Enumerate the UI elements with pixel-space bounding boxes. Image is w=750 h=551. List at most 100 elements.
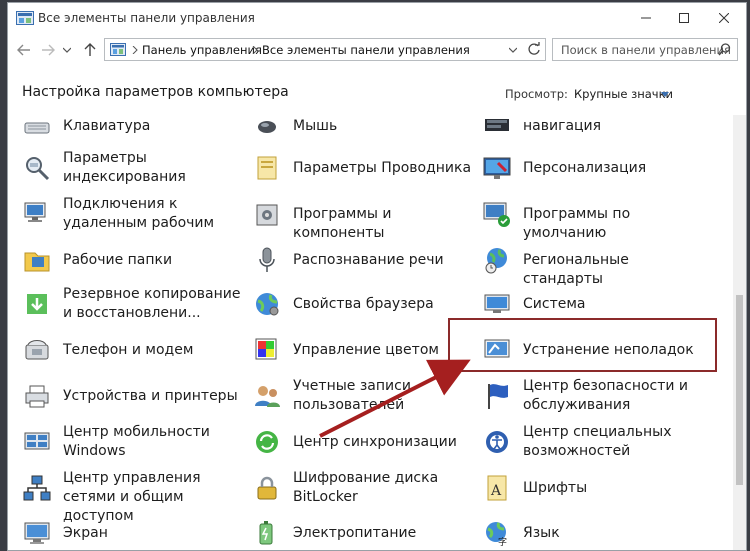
address-dropdown-icon[interactable]: [509, 47, 517, 53]
control-panel-item[interactable]: Учетные записи пользователей: [252, 377, 477, 417]
control-panel-item[interactable]: Экран: [22, 514, 247, 550]
control-panel-item-label: Телефон и модем: [63, 342, 194, 358]
troubleshooting-highlight-box: [448, 318, 717, 372]
microphone-icon: [259, 247, 275, 272]
network-center-icon: [23, 475, 51, 501]
control-panel-item-label: Центр мобильности Windows: [63, 424, 210, 459]
control-panel-item-label: Язык: [523, 525, 560, 541]
close-icon: [719, 13, 729, 23]
address-row: Панель управления Все элементы панели уп…: [8, 36, 746, 64]
control-panel-item[interactable]: Параметры Проводника: [252, 149, 477, 189]
backup-icon: [27, 294, 47, 314]
control-panel-item-label: Система: [523, 296, 586, 312]
control-panel-item-label: Резервное копирование и восстановлени...: [63, 286, 241, 321]
system-icon: [484, 294, 510, 313]
control-panel-item[interactable]: Центр управления сетями и общим доступом: [22, 469, 247, 524]
devices-printers-icon: [25, 385, 49, 408]
refresh-icon[interactable]: [527, 42, 541, 56]
control-panel-item[interactable]: Телефон и модем: [22, 331, 247, 371]
control-panel-item-label: Подключения к удаленным рабочим: [63, 196, 215, 231]
control-panel-item-label: Распознавание речи: [293, 252, 444, 268]
display-icon: [24, 522, 50, 544]
power-icon: [259, 521, 273, 545]
control-panel-item[interactable]: Распознавание речи: [252, 241, 477, 281]
control-panel-item-label: Электропитание: [293, 525, 417, 541]
control-panel-item-label: Рабочие папки: [63, 252, 173, 268]
explorer-options-icon: [257, 156, 277, 180]
page-title: Настройка параметров компьютера: [22, 84, 289, 100]
mouse-icon: [258, 121, 276, 133]
control-panel-item-label: Мышь: [293, 119, 338, 134]
bitlocker-icon: [257, 476, 277, 500]
control-panel-item[interactable]: Программы и компоненты: [252, 195, 477, 241]
title-bar: Все элементы панели управления: [8, 3, 746, 33]
view-mode-dropdown[interactable]: Крупные значки: [574, 87, 673, 101]
control-panel-item-label: Экран: [63, 525, 108, 541]
control-panel-item[interactable]: A Шрифты: [482, 469, 707, 509]
control-panel-item[interactable]: Программы по умолчанию: [482, 195, 707, 241]
breadcrumb-separator-icon: [132, 46, 138, 54]
control-panel-item[interactable]: Региональные стандарты: [482, 241, 707, 287]
control-panel-item[interactable]: Устройства и принтеры: [22, 377, 247, 417]
back-button[interactable]: [14, 40, 34, 60]
control-panel-item[interactable]: Управление цветом: [252, 331, 477, 371]
control-panel-item-label: Параметры Проводника: [293, 160, 472, 176]
search-placeholder: Поиск в панели управления: [561, 43, 731, 57]
vertical-scrollbar[interactable]: [733, 115, 746, 550]
control-panel-item[interactable]: Шифрование диска BitLocker: [252, 469, 477, 509]
accessibility-icon: [486, 431, 508, 453]
control-panel-window: Все элементы панели управления Панель уп…: [7, 2, 747, 551]
navigation-icon: [485, 119, 509, 131]
address-bar[interactable]: Панель управления Все элементы панели уп…: [104, 38, 546, 61]
control-panel-item-label: Центр синхронизации: [293, 434, 457, 450]
breadcrumb-all-items[interactable]: Все элементы панели управления: [262, 43, 470, 57]
control-panel-item-label: Центр специальных возможностей: [523, 424, 672, 459]
control-panel-item-label: Шифрование диска BitLocker: [293, 470, 439, 505]
view-dropdown-arrow-icon[interactable]: [661, 92, 669, 97]
up-button[interactable]: [80, 40, 100, 60]
control-panel-item[interactable]: 字 Язык: [482, 514, 707, 550]
svg-text:A: A: [490, 483, 502, 499]
programs-icon: [256, 204, 278, 226]
control-panel-app-icon: [16, 11, 34, 25]
control-panel-item[interactable]: навигация: [482, 119, 707, 147]
back-arrow-icon: [17, 44, 30, 56]
control-panel-item[interactable]: Параметры индексирования: [22, 149, 247, 189]
control-panel-item[interactable]: Мышь: [252, 119, 477, 147]
forward-arrow-icon: [42, 44, 55, 56]
control-panel-item-label: Программы по умолчанию: [523, 206, 631, 241]
control-panel-item[interactable]: Центр мобильности Windows: [22, 423, 247, 463]
forward-button[interactable]: [38, 40, 58, 60]
breadcrumb-separator-icon: [252, 46, 258, 54]
search-input[interactable]: Поиск в панели управления: [552, 38, 738, 61]
control-panel-item-label: Персонализация: [523, 160, 647, 176]
view-label: Просмотр:: [505, 87, 568, 101]
work-folders-icon: [24, 252, 50, 272]
breadcrumb-control-panel[interactable]: Панель управления: [142, 43, 262, 57]
default-programs-icon: [483, 202, 510, 227]
control-panel-item[interactable]: Рабочие папки: [22, 241, 247, 281]
control-panel-item[interactable]: Клавиатура: [22, 119, 247, 147]
close-button[interactable]: [706, 3, 742, 33]
scrollbar-thumb[interactable]: [736, 295, 743, 485]
recent-locations-button[interactable]: [60, 40, 74, 60]
minimize-button[interactable]: [628, 3, 664, 33]
control-panel-item[interactable]: Центр безопасности и обслуживания: [482, 377, 707, 417]
mobility-center-icon: [24, 432, 50, 450]
maximize-button[interactable]: [666, 3, 702, 33]
control-panel-item-label: Параметры индексирования: [63, 150, 186, 185]
control-panel-item-label: Устройства и принтеры: [63, 388, 238, 404]
control-panel-item[interactable]: Резервное копирование и восстановлени...: [22, 285, 247, 325]
control-panel-item[interactable]: Подключения к удаленным рабочим: [22, 195, 247, 235]
control-panel-item-label: Клавиатура: [63, 119, 151, 134]
control-panel-item[interactable]: Свойства браузера: [252, 285, 477, 325]
browser-properties-icon: [256, 293, 279, 316]
control-panel-item[interactable]: Электропитание: [252, 514, 477, 550]
control-panel-item[interactable]: Центр специальных возможностей: [482, 423, 707, 463]
chevron-down-icon: [63, 47, 71, 53]
control-panel-item[interactable]: Центр синхронизации: [252, 423, 477, 463]
control-panel-item-label: Шрифты: [523, 480, 588, 496]
phone-modem-icon: [25, 340, 49, 360]
svg-text:字: 字: [498, 536, 507, 548]
control-panel-item[interactable]: Персонализация: [482, 149, 707, 189]
